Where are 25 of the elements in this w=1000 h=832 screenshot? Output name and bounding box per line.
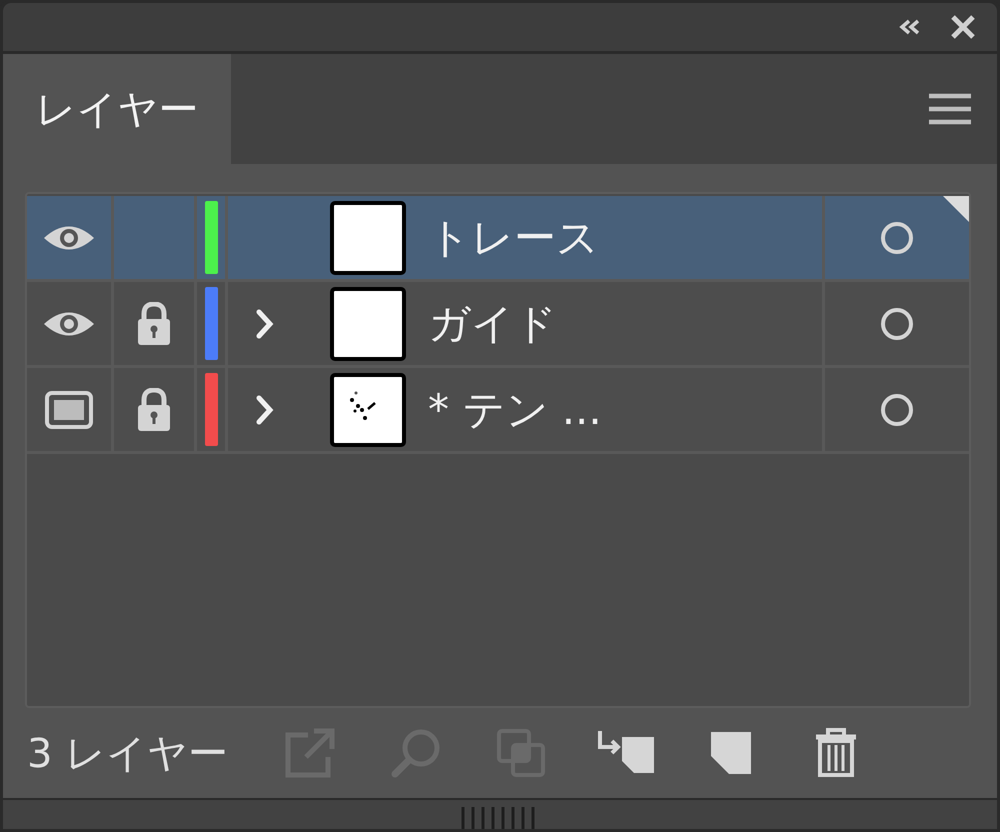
- target-cell[interactable]: [825, 196, 969, 280]
- trash-icon[interactable]: [814, 727, 858, 780]
- visibility-cell[interactable]: [27, 196, 114, 280]
- layer-count: 3 レイヤー: [27, 730, 228, 779]
- layer-row[interactable]: トレース: [27, 196, 969, 282]
- name-cell[interactable]: トレース: [410, 196, 825, 280]
- layer-row[interactable]: ガイド: [27, 282, 969, 368]
- target-circle-icon[interactable]: [879, 392, 915, 428]
- new-page-icon[interactable]: [708, 730, 753, 776]
- layer-name: トレース: [428, 212, 599, 264]
- target-circle-icon[interactable]: [879, 220, 915, 256]
- close-button[interactable]: [949, 13, 977, 42]
- layer-row[interactable]: * テン ...: [27, 368, 969, 454]
- layer-name: * テン ...: [428, 384, 602, 436]
- lock-cell[interactable]: [114, 196, 197, 280]
- lock-icon[interactable]: [136, 388, 172, 432]
- chevron-right-icon[interactable]: [255, 308, 275, 340]
- menu-icon[interactable]: [929, 93, 971, 126]
- layers-tab[interactable]: レイヤー: [3, 54, 231, 164]
- chevron-right-icon[interactable]: [255, 394, 275, 426]
- lock-icon[interactable]: [136, 302, 172, 346]
- outline-mode-icon[interactable]: [45, 390, 93, 429]
- layer-name: ガイド: [428, 298, 557, 350]
- target-circle-icon[interactable]: [879, 306, 915, 342]
- expand-cell[interactable]: [228, 196, 302, 280]
